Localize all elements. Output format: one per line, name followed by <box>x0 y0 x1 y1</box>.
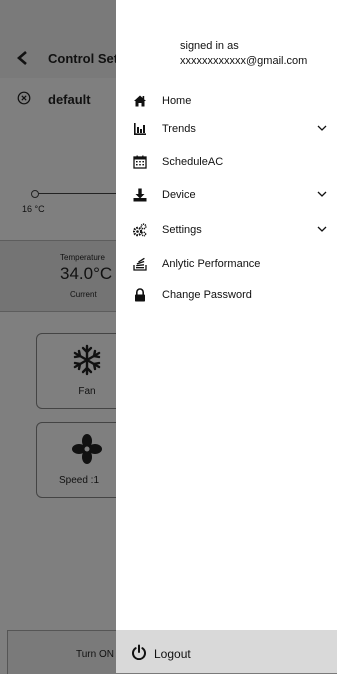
menu-item-home[interactable]: Home <box>116 88 337 116</box>
snowflake-icon <box>73 344 101 376</box>
fan-speed-label: Speed :1 <box>58 475 100 486</box>
logout-button[interactable]: Logout <box>116 630 337 673</box>
chevron-down-icon[interactable] <box>317 226 327 233</box>
lock-icon <box>135 288 145 302</box>
menu-label-home: Home <box>162 95 192 107</box>
menu-label-analytic-performance: Anlytic Performance <box>162 258 261 270</box>
profile-name: default <box>48 92 91 107</box>
slider-min-label: 16 °C <box>22 204 45 214</box>
power-button-label[interactable]: Turn ON <box>76 649 114 660</box>
power-icon <box>132 644 146 660</box>
stack-icon <box>133 257 147 271</box>
temperature-slider-track[interactable] <box>33 193 123 194</box>
page-title: Control Set <box>48 51 119 66</box>
menu-item-device[interactable]: Device <box>116 182 337 210</box>
temperature-slider-knob[interactable] <box>31 190 39 198</box>
menu-label-schedule: ScheduleAC <box>162 156 224 168</box>
menu-label-change-password: Change Password <box>162 289 252 301</box>
menu-item-trends[interactable]: Trends <box>116 116 337 144</box>
menu-item-schedule[interactable]: ScheduleAC <box>116 149 337 177</box>
bar-chart-icon <box>134 123 146 135</box>
menu-label-trends: Trends <box>162 123 196 135</box>
user-email: xxxxxxxxxxxx@gmail.com <box>180 55 308 67</box>
logout-label: Logout <box>154 647 191 661</box>
fan-icon <box>72 434 102 464</box>
menu-label-settings: Settings <box>162 224 202 236</box>
menu-item-change-password[interactable]: Change Password <box>116 282 337 310</box>
back-arrow-icon[interactable] <box>16 50 30 66</box>
temperature-sub-label: Current <box>70 290 97 299</box>
menu-item-analytic-performance[interactable]: Anlytic Performance <box>116 251 337 279</box>
calendar-icon <box>133 155 147 169</box>
menu-item-settings[interactable]: Settings <box>116 217 337 245</box>
chevron-down-icon[interactable] <box>317 191 327 198</box>
chevron-down-icon[interactable] <box>317 125 327 132</box>
gears-icon <box>133 223 147 237</box>
signed-in-label: signed in as <box>180 40 239 52</box>
home-icon <box>134 95 146 107</box>
temperature-value: 34.0°C <box>60 264 113 283</box>
close-circle-icon[interactable] <box>17 91 31 105</box>
download-icon <box>133 188 147 202</box>
menu-label-device: Device <box>162 189 196 201</box>
temperature-label: Temperature <box>60 253 105 262</box>
